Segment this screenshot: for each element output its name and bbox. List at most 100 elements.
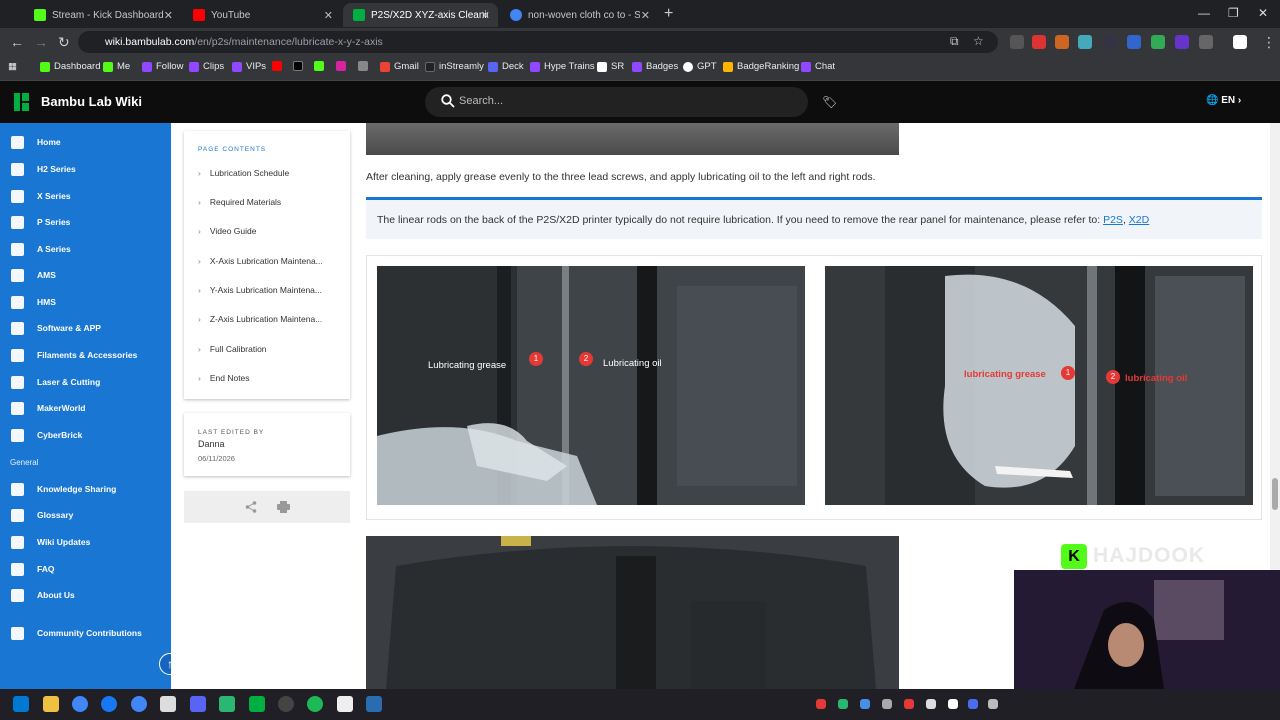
toc-item[interactable]: › Z-Axis Lubrication Maintena... bbox=[198, 314, 322, 324]
tray-icon[interactable] bbox=[988, 699, 998, 709]
forward-icon[interactable]: → bbox=[34, 34, 48, 50]
tab-google-search[interactable]: non-woven cloth co to - Szukaj ✕ bbox=[500, 3, 658, 27]
file-explorer-icon[interactable] bbox=[43, 696, 59, 712]
close-icon[interactable]: ✕ bbox=[324, 9, 333, 22]
bambu-studio-icon[interactable] bbox=[249, 696, 265, 712]
toc-item[interactable]: › Full Calibration bbox=[198, 344, 267, 354]
extension-icon[interactable] bbox=[1078, 35, 1092, 49]
bookmark[interactable]: Deck bbox=[488, 61, 524, 72]
instagram-bookmark-icon[interactable] bbox=[336, 61, 350, 71]
print-icon[interactable] bbox=[277, 501, 290, 513]
back-icon[interactable]: ← bbox=[10, 34, 24, 50]
reload-icon[interactable]: ↻ bbox=[58, 34, 70, 51]
app-icon[interactable] bbox=[366, 696, 382, 712]
extension-icon[interactable] bbox=[1103, 35, 1117, 49]
sidebar-item-x-series[interactable]: X Series bbox=[0, 185, 171, 207]
star-icon[interactable]: ☆ bbox=[973, 34, 984, 48]
bookmark[interactable]: VIPs bbox=[232, 61, 266, 72]
chrome-icon[interactable] bbox=[131, 696, 147, 712]
extension-icon[interactable] bbox=[1175, 35, 1189, 49]
sidebar-item-filaments[interactable]: Filaments & Accessories bbox=[0, 344, 171, 366]
x-bookmark-icon[interactable] bbox=[293, 61, 307, 71]
app-icon[interactable] bbox=[219, 696, 235, 712]
sidebar-item-h2-series[interactable]: H2 Series bbox=[0, 158, 171, 180]
restore-icon[interactable]: ❐ bbox=[1228, 6, 1239, 20]
sidebar-item-ams[interactable]: AMS bbox=[0, 264, 171, 286]
app-icon[interactable] bbox=[337, 696, 353, 712]
bookmark[interactable]: Gmail bbox=[380, 61, 419, 72]
sidebar-item-knowledge[interactable]: Knowledge Sharing bbox=[0, 478, 171, 500]
cast-icon[interactable]: ⧉ bbox=[950, 34, 959, 49]
minimize-icon[interactable]: — bbox=[1198, 6, 1210, 20]
sidebar-item-a-series[interactable]: A Series bbox=[0, 238, 171, 260]
sidebar-item-software[interactable]: Software & APP bbox=[0, 317, 171, 339]
scrollbar-thumb[interactable] bbox=[1272, 478, 1278, 510]
close-window-icon[interactable]: ✕ bbox=[1258, 6, 1268, 20]
obs-icon[interactable] bbox=[278, 696, 294, 712]
tray-icon[interactable] bbox=[816, 699, 826, 709]
extension-icon[interactable] bbox=[1055, 35, 1069, 49]
bookmark[interactable]: BadgeRanking bbox=[723, 61, 799, 72]
kick-bookmark-icon[interactable] bbox=[314, 61, 328, 71]
toc-item[interactable]: › Y-Axis Lubrication Maintena... bbox=[198, 285, 322, 295]
sidebar-item-wiki-updates[interactable]: Wiki Updates bbox=[0, 531, 171, 553]
bookmark[interactable]: Follow bbox=[142, 61, 183, 72]
sidebar-item-cyberbrick[interactable]: CyberBrick bbox=[0, 424, 171, 446]
toc-item[interactable]: › X-Axis Lubrication Maintena... bbox=[198, 256, 323, 266]
bookmark[interactable]: Hype Trains bbox=[530, 61, 595, 72]
search-input[interactable]: Search... bbox=[425, 87, 808, 117]
share-icon[interactable] bbox=[245, 501, 257, 513]
sidebar-item-about[interactable]: About Us bbox=[0, 584, 171, 606]
tray-icon[interactable] bbox=[904, 699, 914, 709]
tab-youtube[interactable]: YouTube ✕ bbox=[183, 3, 341, 27]
tray-icon[interactable] bbox=[948, 699, 958, 709]
extension-icon[interactable] bbox=[1127, 35, 1141, 49]
profile-icon[interactable] bbox=[1233, 35, 1247, 49]
site-brand[interactable]: Bambu Lab Wiki bbox=[41, 94, 142, 109]
tray-icon[interactable] bbox=[926, 699, 936, 709]
toc-item[interactable]: › Video Guide bbox=[198, 226, 256, 236]
bookmark[interactable]: Badges bbox=[632, 61, 678, 72]
tab-bambu-wiki[interactable]: P2S/X2D XYZ-axis Cleaning and ✕ bbox=[343, 3, 498, 27]
bookmark[interactable]: Me bbox=[103, 61, 130, 72]
p2s-link[interactable]: P2S bbox=[1103, 214, 1123, 226]
bookmark-icon[interactable] bbox=[358, 61, 372, 71]
tray-icon[interactable] bbox=[860, 699, 870, 709]
bookmark[interactable]: GPT bbox=[683, 61, 717, 72]
bookmark[interactable]: SR bbox=[597, 61, 624, 72]
sidebar-item-home[interactable]: Home bbox=[0, 131, 171, 153]
extensions-puzzle-icon[interactable] bbox=[1199, 35, 1213, 49]
bambu-logo-icon[interactable] bbox=[14, 93, 30, 111]
tray-icon[interactable] bbox=[968, 699, 978, 709]
sidebar-item-community[interactable]: Community Contributions bbox=[0, 622, 171, 644]
toc-item[interactable]: › Lubrication Schedule bbox=[198, 168, 289, 178]
bookmark[interactable]: Dashboard bbox=[40, 61, 100, 72]
menu-icon[interactable]: ⋮ bbox=[1262, 34, 1276, 51]
bookmark[interactable]: inStreamly bbox=[425, 61, 484, 72]
extension-icon[interactable] bbox=[1151, 35, 1165, 49]
facebook-icon[interactable] bbox=[101, 696, 117, 712]
app-icon[interactable] bbox=[160, 696, 176, 712]
tab-kick[interactable]: Stream - Kick Dashboard ✕ bbox=[24, 3, 181, 27]
new-tab-icon[interactable]: + bbox=[664, 5, 673, 23]
windows-start-icon[interactable] bbox=[13, 696, 29, 712]
apps-icon[interactable]: ▦ bbox=[8, 61, 17, 72]
close-icon[interactable]: ✕ bbox=[164, 9, 173, 22]
tray-icon[interactable] bbox=[882, 699, 892, 709]
bookmark[interactable]: Chat bbox=[801, 61, 835, 72]
sidebar-item-p-series[interactable]: P Series bbox=[0, 211, 171, 233]
sidebar-item-hms[interactable]: HMS bbox=[0, 291, 171, 313]
sidebar-item-faq[interactable]: FAQ bbox=[0, 558, 171, 580]
toc-item[interactable]: › Required Materials bbox=[198, 197, 281, 207]
discord-icon[interactable] bbox=[190, 696, 206, 712]
sidebar-item-laser[interactable]: Laser & Cutting bbox=[0, 371, 171, 393]
tray-icon[interactable] bbox=[838, 699, 848, 709]
extension-icon[interactable] bbox=[1010, 35, 1024, 49]
tags-icon[interactable]: 🏷 bbox=[822, 95, 837, 109]
bookmark[interactable]: Clips bbox=[189, 61, 224, 72]
extension-icon[interactable] bbox=[1032, 35, 1046, 49]
spotify-icon[interactable] bbox=[307, 696, 323, 712]
sidebar-item-glossary[interactable]: Glossary bbox=[0, 504, 171, 526]
close-icon[interactable]: ✕ bbox=[481, 9, 490, 22]
language-selector[interactable]: 🌐 EN › bbox=[1206, 95, 1241, 106]
